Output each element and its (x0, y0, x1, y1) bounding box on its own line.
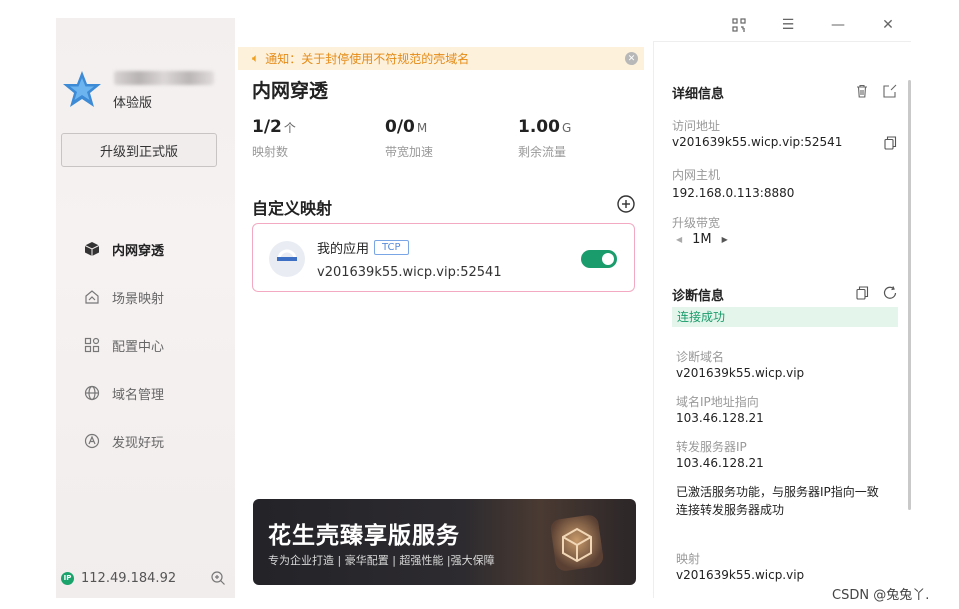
stat-traffic: 1.00 G 剩余流量 (518, 117, 571, 160)
star-avatar-icon[interactable] (62, 69, 102, 109)
detail-panel: 详细信息 访问地址 v201639k55.wicp.vip:52541 内网主机… (653, 42, 911, 598)
stat-unit: M (416, 121, 428, 135)
protocol-badge: TCP (374, 240, 409, 255)
diagnosis-title: 诊断信息 (672, 289, 725, 304)
username-obscured (114, 71, 214, 85)
refresh-icon[interactable] (882, 285, 898, 301)
mapping-name-row: 我的应用 TCP (317, 238, 409, 257)
add-mapping-icon[interactable] (617, 195, 635, 213)
stat-bandwidth: 0/0 M 带宽加速 (385, 117, 433, 160)
grid-icon (83, 336, 101, 354)
bandwidth-stepper[interactable]: ◀ 1M ▶ (676, 232, 728, 247)
diag-fwd-value: 103.46.128.21 (676, 456, 764, 470)
ip-icon: IP (61, 571, 74, 585)
cube-icon (83, 240, 101, 258)
access-label: 访问地址 (672, 119, 721, 133)
minimize-icon[interactable]: — (829, 17, 847, 33)
stat-mappings: 1/2 个 映射数 (252, 117, 296, 160)
section-title: 自定义映射 (252, 199, 333, 218)
sidebar: 体验版 升级到正式版 内网穿透 场景映射 配置中心 域名管理 发现好玩 IP 1… (56, 18, 235, 598)
host-value: 192.168.0.113:8880 (672, 186, 795, 200)
access-value: v201639k55.wicp.vip:52541 (672, 135, 843, 149)
diag-fwd-label: 转发服务器IP (676, 440, 747, 454)
menu-icon[interactable]: ☰ (779, 17, 797, 33)
copy-icon[interactable] (854, 285, 870, 301)
edit-icon[interactable] (882, 83, 898, 99)
stat-label: 映射数 (252, 145, 289, 159)
stat-label: 带宽加速 (385, 145, 434, 159)
domain-icon (83, 384, 101, 402)
public-ip-bar: IP 112.49.184.92 (61, 569, 226, 587)
stat-unit: G (561, 121, 572, 135)
connection-status: 连接成功 (672, 307, 898, 327)
sidebar-item-config[interactable]: 配置中心 (56, 321, 235, 369)
banner-subtitle: 专为企业打造 | 豪华配置 | 超强性能 |强大保障 (268, 554, 495, 567)
scene-icon (83, 288, 101, 306)
window-titlebar: ☰ — ✕ (653, 17, 911, 42)
promo-banner[interactable]: 花生壳臻享版服务 专为企业打造 | 豪华配置 | 超强性能 |强大保障 (253, 499, 636, 585)
decrease-icon[interactable]: ◀ (676, 235, 682, 244)
edition-label: 体验版 (113, 96, 153, 111)
stat-value: 0/0 (385, 117, 415, 137)
app-logo-icon (269, 241, 305, 277)
cube-logo-icon (550, 515, 604, 571)
sidebar-item-scene[interactable]: 场景映射 (56, 273, 235, 321)
sidebar-item-label: 发现好玩 (112, 435, 165, 451)
sidebar-item-label: 配置中心 (112, 339, 165, 355)
stat-unit: 个 (283, 121, 296, 135)
mapping-toggle[interactable] (581, 250, 617, 268)
stat-value: 1/2 (252, 117, 282, 137)
sidebar-item-label: 域名管理 (112, 387, 165, 403)
scrollbar[interactable] (908, 80, 911, 510)
notice-text: 通知：关于封停使用不符规范的壳域名 (265, 52, 470, 66)
mapping-name: 我的应用 (317, 242, 370, 257)
qr-code-icon[interactable] (730, 18, 748, 32)
diag-ip-value: 103.46.128.21 (676, 411, 764, 425)
speaker-icon: 🔈︎ (252, 51, 260, 65)
page-title: 内网穿透 (252, 80, 329, 102)
zoom-refresh-icon[interactable] (210, 570, 226, 586)
sidebar-item-discover[interactable]: 发现好玩 (56, 417, 235, 465)
upgrade-button[interactable]: 升级到正式版 (61, 133, 217, 167)
sidebar-item-label: 内网穿透 (112, 243, 165, 259)
host-label: 内网主机 (672, 168, 721, 182)
diag-ip-label: 域名IP地址指向 (676, 395, 759, 409)
banner-title: 花生壳臻享版服务 (268, 523, 460, 549)
sidebar-item-domain[interactable]: 域名管理 (56, 369, 235, 417)
diag-domain-value: v201639k55.wicp.vip (676, 366, 805, 380)
sidebar-item-intranet[interactable]: 内网穿透 (56, 225, 235, 273)
increase-icon[interactable]: ▶ (722, 235, 728, 244)
mapping-card[interactable]: 我的应用 TCP v201639k55.wicp.vip:52541 (252, 223, 635, 292)
diag-domain-label: 诊断域名 (676, 350, 725, 364)
bandwidth-label: 升级带宽 (672, 216, 721, 230)
close-window-icon[interactable]: ✕ (879, 17, 897, 33)
discover-icon (83, 432, 101, 450)
diag-message-line1: 已激活服务功能，与服务器IP指向一致 (676, 485, 879, 499)
sidebar-nav: 内网穿透 场景映射 配置中心 域名管理 发现好玩 (56, 225, 235, 465)
close-icon[interactable]: ✕ (625, 52, 638, 65)
public-ip-value: 112.49.184.92 (81, 570, 177, 586)
diag-map-label: 映射 (676, 552, 701, 566)
copy-icon[interactable] (882, 135, 898, 151)
details-title: 详细信息 (672, 87, 725, 102)
stat-label: 剩余流量 (518, 145, 567, 159)
diag-map-value: v201639k55.wicp.vip (676, 568, 805, 582)
watermark: CSDN @兔兔丫. (832, 588, 930, 603)
notice-bar[interactable]: 🔈︎ 通知：关于封停使用不符规范的壳域名 ✕ (238, 47, 644, 70)
diag-message-line2: 连接转发服务器成功 (676, 503, 785, 517)
main-content: 🔈︎ 通知：关于封停使用不符规范的壳域名 ✕ 内网穿透 1/2 个 映射数 0/0… (235, 18, 653, 598)
app-window: 体验版 升级到正式版 内网穿透 场景映射 配置中心 域名管理 发现好玩 IP 1… (56, 17, 911, 598)
bandwidth-value: 1M (692, 232, 712, 247)
trash-icon[interactable] (854, 83, 870, 99)
mapping-address: v201639k55.wicp.vip:52541 (317, 265, 502, 280)
stat-value: 1.00 (518, 117, 560, 137)
sidebar-item-label: 场景映射 (112, 291, 165, 307)
